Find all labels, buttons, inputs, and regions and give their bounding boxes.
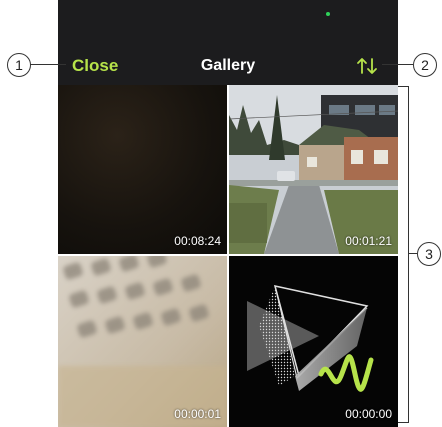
callout-leader-line bbox=[30, 64, 66, 65]
callout-marker: 1 bbox=[7, 53, 31, 77]
callout-marker: 2 bbox=[413, 53, 437, 77]
video-duration: 00:00:00 bbox=[345, 407, 392, 421]
callout-bracket bbox=[398, 422, 409, 423]
dark-frame-thumbnail bbox=[58, 85, 227, 254]
sort-arrows-icon bbox=[357, 58, 377, 74]
video-duration: 00:08:24 bbox=[174, 234, 221, 248]
video-thumbnail[interactable]: 00:00:01 bbox=[58, 256, 227, 427]
callout-bracket bbox=[408, 86, 409, 423]
video-thumbnail[interactable]: 00:01:21 bbox=[229, 85, 398, 254]
callout-marker: 3 bbox=[417, 242, 441, 266]
house-street-thumbnail bbox=[229, 85, 398, 254]
sort-button[interactable] bbox=[354, 54, 380, 78]
page-title: Gallery bbox=[200, 57, 256, 74]
callout-leader-line bbox=[382, 64, 413, 65]
gallery-screen: Close Gallery 00:08:24 00:01:21 00:00:01… bbox=[58, 0, 398, 427]
keyboard-blur-thumbnail bbox=[58, 256, 227, 427]
video-duration: 00:00:01 bbox=[174, 407, 221, 421]
navigation-bar: Close Gallery bbox=[58, 44, 398, 88]
camera-indicator-icon bbox=[326, 12, 330, 16]
video-thumbnail[interactable]: 00:00:00 bbox=[229, 256, 398, 427]
status-bar bbox=[58, 0, 398, 44]
abstract-shapes-thumbnail bbox=[229, 256, 398, 427]
callout-leader-line bbox=[408, 253, 417, 254]
callout-bracket bbox=[398, 86, 409, 87]
video-grid: 00:08:24 00:01:21 00:00:01 00:00:00 bbox=[58, 85, 398, 427]
video-duration: 00:01:21 bbox=[345, 234, 392, 248]
video-thumbnail[interactable]: 00:08:24 bbox=[58, 85, 227, 254]
